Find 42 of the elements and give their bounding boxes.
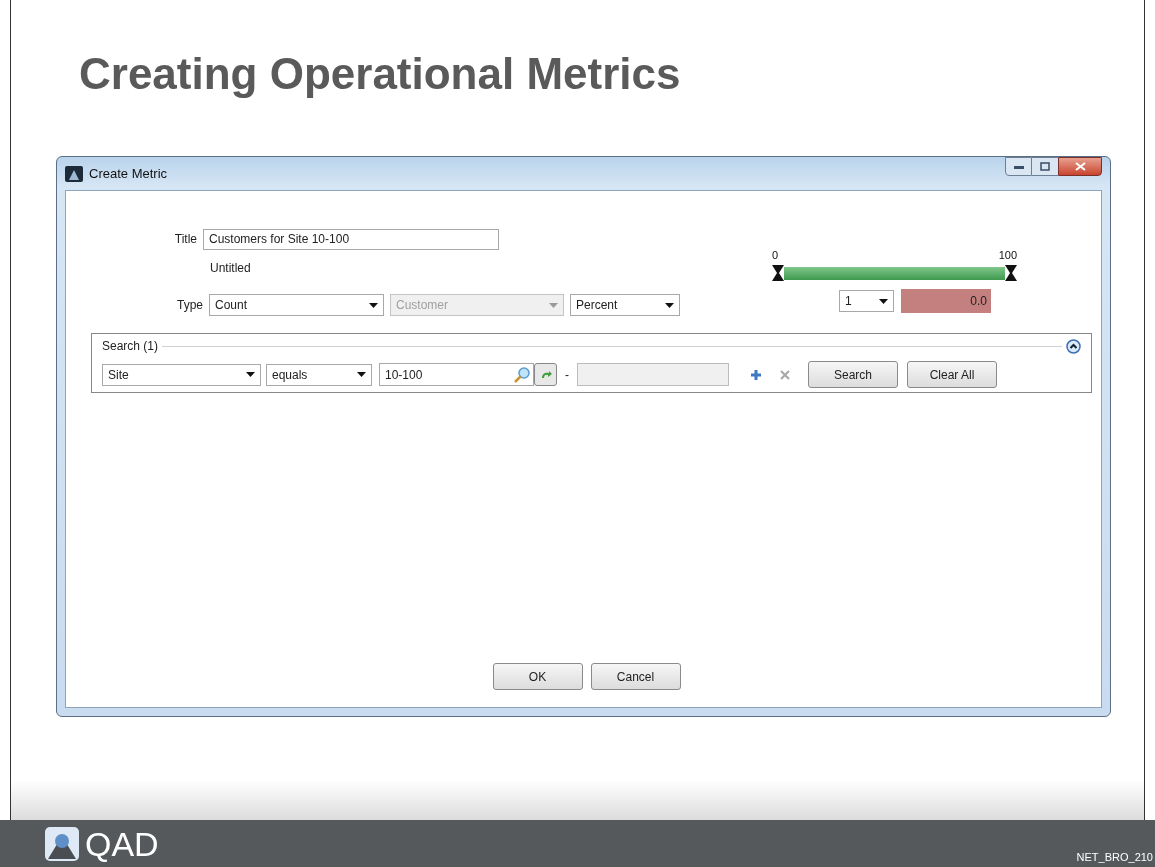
type-label: Type — [176, 297, 203, 314]
search-icon[interactable] — [513, 365, 531, 384]
search-value-field[interactable]: 10-100 — [379, 363, 534, 386]
app-icon — [65, 165, 83, 182]
logo-icon — [45, 826, 79, 861]
plus-icon[interactable] — [750, 368, 762, 381]
caret-icon — [879, 298, 888, 304]
logo-text: QAD — [85, 826, 159, 861]
slide-title: Creating Operational Metrics — [79, 48, 682, 100]
close-button[interactable] — [1058, 157, 1102, 176]
refresh-arrow-icon — [539, 368, 552, 381]
minimize-button[interactable] — [1005, 157, 1032, 176]
footer-code: NET_BRO_210 — [1076, 849, 1153, 865]
result-field: 0.0 — [901, 289, 991, 313]
dialog-button[interactable]: Cancel — [590, 663, 681, 690]
refresh-button[interactable] — [534, 363, 557, 386]
maximize-button[interactable] — [1032, 157, 1058, 176]
maximize-icon — [1040, 162, 1050, 171]
dialog-button[interactable]: OK — [492, 663, 583, 690]
close-icon — [1074, 162, 1086, 171]
caret-icon — [549, 302, 558, 308]
dropdown[interactable]: equals — [266, 363, 372, 386]
search-legend: Search (1) — [102, 337, 159, 355]
title-label: Title — [173, 231, 198, 248]
collapse-icon[interactable] — [1066, 338, 1081, 354]
caret-icon — [357, 372, 366, 377]
caret-icon — [369, 302, 378, 308]
minimize-icon — [1013, 164, 1024, 169]
range-max-label: 100 — [998, 249, 1017, 261]
dropdown[interactable]: Count — [209, 294, 384, 316]
range-separator: - — [565, 366, 569, 384]
range-min-label: 0 — [772, 249, 779, 261]
search-panel-button[interactable]: Search — [808, 361, 898, 388]
title-input-field[interactable]: Customers for Site 10-100 — [203, 228, 499, 250]
subtitle-text: Untitled — [210, 260, 252, 277]
caret-icon — [665, 302, 674, 308]
search-panel-button[interactable]: Clear All — [907, 361, 997, 388]
dropdown[interactable]: Percent — [570, 294, 680, 316]
dropdown[interactable]: Site — [102, 363, 261, 386]
caret-icon — [246, 372, 255, 377]
dropdown[interactable]: 1 — [839, 290, 894, 312]
window-title: Create Metric — [89, 164, 168, 183]
